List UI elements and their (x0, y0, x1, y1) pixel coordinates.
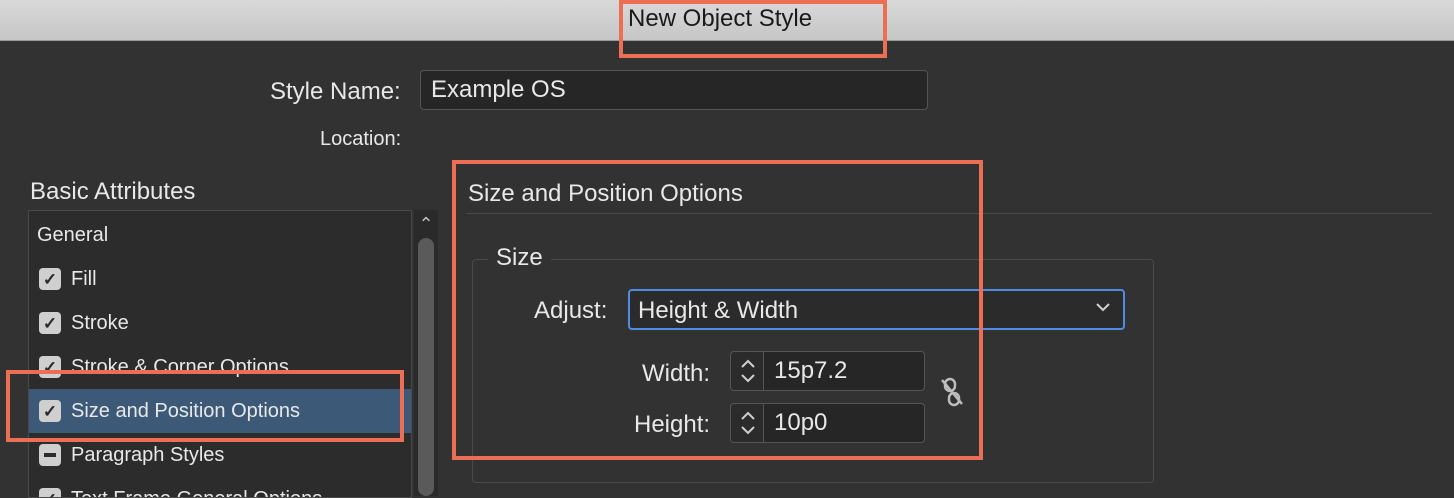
attributes-list: General ✓ Fill ✓ Stroke ✓ Stroke & Corne… (28, 210, 412, 498)
checkbox-mixed-icon[interactable] (39, 444, 61, 466)
style-name-label: Style Name: (270, 78, 401, 106)
checkbox-checked-icon[interactable]: ✓ (39, 312, 61, 334)
style-name-input[interactable] (420, 70, 928, 110)
list-item-label: Stroke (71, 312, 129, 335)
list-item-stroke[interactable]: ✓ Stroke (29, 301, 411, 345)
checkbox-checked-icon[interactable]: ✓ (39, 268, 61, 290)
checkbox-checked-icon[interactable]: ✓ (39, 488, 61, 498)
list-item-label: General (29, 224, 108, 247)
scroll-up-icon[interactable]: ⌃ (414, 214, 438, 234)
location-label: Location: (320, 128, 401, 151)
highlight-box-title (619, 0, 887, 58)
basic-attributes-heading: Basic Attributes (30, 178, 195, 206)
scroll-thumb[interactable] (418, 238, 434, 496)
list-item-label: Paragraph Styles (71, 444, 224, 467)
list-scrollbar[interactable]: ⌃ (414, 210, 438, 496)
list-item-general[interactable]: General (29, 213, 411, 257)
list-item-label: Fill (71, 268, 97, 291)
list-item-label: Text Frame General Options (71, 488, 322, 498)
highlight-box-panel (452, 160, 983, 460)
list-item-fill[interactable]: ✓ Fill (29, 257, 411, 301)
highlight-box-list-item (6, 370, 404, 442)
list-item-text-frame-general-options[interactable]: ✓ Text Frame General Options (29, 477, 411, 498)
chevron-down-icon (1093, 297, 1113, 317)
